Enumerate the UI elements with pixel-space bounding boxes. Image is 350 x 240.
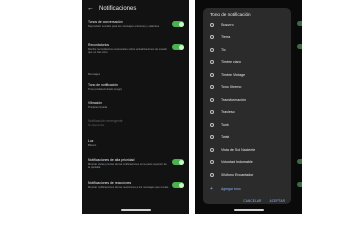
- tone-option[interactable]: Tic: [210, 45, 226, 54]
- section-header-messages: Mensajes: [88, 72, 100, 76]
- tone-option-label: Twist: [221, 135, 230, 139]
- accept-button[interactable]: ACEPTAR: [269, 199, 285, 203]
- tone-option-label: Tono Xtremo: [221, 85, 242, 89]
- radio-button[interactable]: [210, 160, 214, 164]
- tone-option[interactable]: Timbre claro: [210, 58, 241, 67]
- radio-button[interactable]: [210, 35, 214, 39]
- gesture-nav-bar[interactable]: [233, 209, 264, 211]
- tone-option[interactable]: Xilófono Encantador: [210, 170, 253, 179]
- tone-option-label: Timbre claro: [221, 60, 241, 64]
- setting-notification-tone[interactable]: Tono de notificación Tono predeterminado…: [88, 83, 169, 91]
- tone-option[interactable]: Travieso: [210, 108, 235, 117]
- background-toggle: [297, 182, 302, 187]
- radio-button[interactable]: [210, 135, 214, 139]
- conversation-tones-toggle[interactable]: [172, 21, 184, 27]
- add-tone-row[interactable]: + Agregar tono: [210, 186, 241, 192]
- back-arrow-icon[interactable]: ←: [87, 3, 94, 15]
- setting-light[interactable]: Luz Blanco: [88, 139, 169, 147]
- setting-high-priority[interactable]: Notificaciones de alta prioridad Mostrar…: [88, 158, 169, 170]
- tone-option[interactable]: Transformación: [210, 95, 246, 104]
- background-toggle: [297, 21, 302, 26]
- tone-option-label: Timbre Vintage: [221, 72, 246, 77]
- tone-option-label: Vista de Sol Naciente: [221, 147, 256, 152]
- radio-button[interactable]: [210, 72, 214, 77]
- radio-button[interactable]: [210, 110, 214, 114]
- tone-option[interactable]: Susurro: [210, 20, 234, 29]
- setting-conversation-tones[interactable]: Tonos de conversación Reproducir sonidos…: [88, 20, 169, 28]
- app-bar: ← Notificaciones: [82, 3, 189, 15]
- tone-option[interactable]: Vista de Sol Naciente: [210, 145, 255, 154]
- radio-button[interactable]: [210, 47, 214, 52]
- tone-option-label: Travieso: [221, 110, 235, 114]
- tone-option[interactable]: Tono Xtremo: [210, 83, 241, 92]
- notifications-settings-screen: ← Notificaciones Tonos de conversación R…: [82, 0, 189, 214]
- setting-description: Mostrar vistas previas de las notificaci…: [88, 162, 167, 170]
- radio-button[interactable]: [210, 85, 214, 89]
- tone-option-label: Tunk: [221, 122, 229, 127]
- tone-option[interactable]: Timbre Vintage: [210, 70, 245, 79]
- tone-option[interactable]: Twist: [210, 133, 229, 142]
- tone-option-label: Xilófono Encantador: [221, 172, 254, 177]
- radio-button[interactable]: [210, 60, 214, 64]
- background-toggle: [297, 159, 302, 164]
- tone-option-label: Voluntad Indomable: [221, 160, 253, 164]
- tone-picker-dialog: Tono de notificación Susurro Tierra Tic …: [203, 8, 291, 204]
- tone-option[interactable]: Tierra: [210, 33, 230, 42]
- radio-button[interactable]: [210, 97, 214, 102]
- setting-description: Recibe recordatorios ocasionales sobre a…: [88, 47, 167, 55]
- page-title: Notificaciones: [99, 6, 137, 12]
- setting-value: No disponible: [88, 123, 105, 127]
- setting-vibration[interactable]: Vibración Predeterminada: [88, 101, 169, 109]
- setting-description: Reproducir sonidos para los mensajes ent…: [88, 24, 160, 28]
- setting-value: Tono predeterminado (Lago): [88, 87, 122, 91]
- tone-option-label: Susurro: [221, 22, 234, 27]
- background-toggle: [297, 44, 302, 49]
- radio-button[interactable]: [210, 147, 214, 152]
- high-priority-toggle[interactable]: [172, 159, 184, 165]
- dialog-actions: CANCELAR ACEPTAR: [243, 199, 285, 203]
- setting-value: Predeterminada: [88, 105, 108, 109]
- setting-reaction-notifications[interactable]: Notificaciones de reacciones Mostrar not…: [88, 181, 169, 189]
- reaction-notifications-toggle[interactable]: [172, 182, 184, 188]
- add-tone-label: Agregar tono: [221, 187, 241, 191]
- notification-tone-picker-screen: Tono de notificación Susurro Tierra Tic …: [195, 0, 302, 214]
- gesture-nav-bar[interactable]: [120, 209, 151, 211]
- setting-popup-notification: Notificación emergente No disponible: [88, 119, 169, 127]
- tone-option-label: Transformación: [221, 97, 246, 102]
- setting-description: Mostrar notificaciones de las reacciones…: [88, 185, 169, 189]
- cancel-button[interactable]: CANCELAR: [243, 199, 261, 203]
- setting-reminders[interactable]: Recordatorios Recibe recordatorios ocasi…: [88, 43, 169, 55]
- reminders-toggle[interactable]: [172, 44, 184, 50]
- tone-option-label: Tic: [221, 47, 226, 52]
- plus-icon: +: [210, 186, 213, 192]
- radio-button[interactable]: [210, 122, 214, 127]
- tone-option[interactable]: Tunk: [210, 120, 229, 129]
- radio-button[interactable]: [210, 172, 214, 177]
- radio-button[interactable]: [210, 22, 214, 27]
- dialog-title: Tono de notificación: [210, 12, 251, 17]
- tone-option-label: Tierra: [221, 35, 231, 39]
- setting-value: Blanco: [88, 143, 97, 147]
- tone-option[interactable]: Voluntad Indomable: [210, 158, 253, 167]
